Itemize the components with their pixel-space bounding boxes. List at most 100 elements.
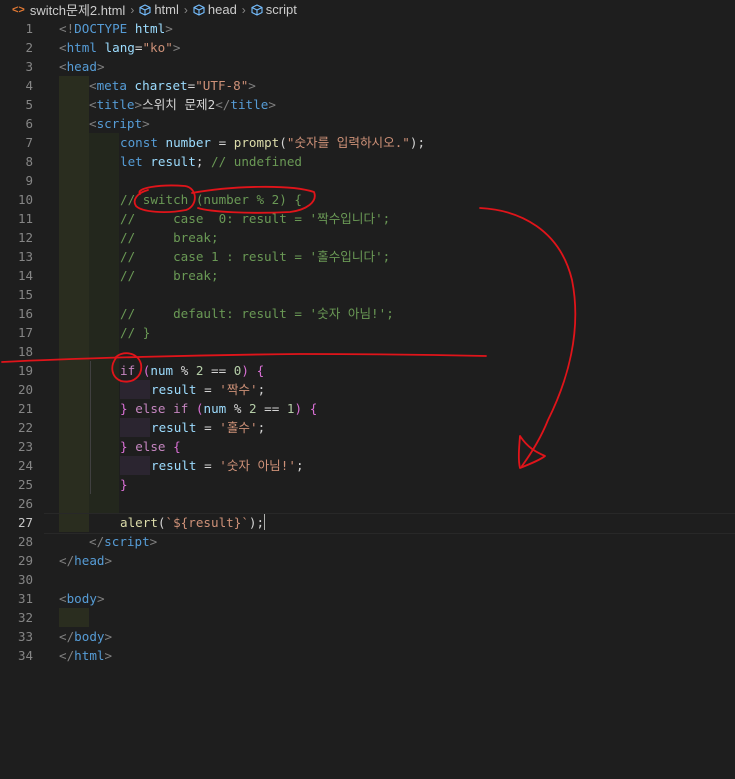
code-line: 13 // case 1 : result = '홀수입니다'; xyxy=(0,247,735,266)
code-text: } xyxy=(120,477,128,492)
line-number: 11 xyxy=(17,211,33,226)
code-line: 24 result = '숫자 아님!'; xyxy=(0,456,735,475)
code-line: 7 const number = prompt("숫자를 입력하시오."); xyxy=(0,133,735,152)
line-number: 23 xyxy=(17,439,33,454)
chevron-right-icon: › xyxy=(130,2,135,17)
breadcrumb-script[interactable]: script xyxy=(251,2,297,17)
breadcrumb-item-label: script xyxy=(265,2,297,17)
code-line: 31 <body> xyxy=(0,589,735,608)
line-number: 29 xyxy=(17,553,33,568)
code-line: 1 <!DOCTYPE html> xyxy=(0,19,735,38)
line-number: 32 xyxy=(17,610,33,625)
code-text: if (num % 2 == 0) { xyxy=(120,363,265,378)
line-number: 5 xyxy=(25,97,33,112)
code-text: <body> xyxy=(59,591,105,606)
line-number: 10 xyxy=(17,192,33,207)
line-number: 14 xyxy=(17,268,33,283)
line-number: 13 xyxy=(17,249,33,264)
code-line: 8 let result; // undefined xyxy=(0,152,735,171)
chevron-right-icon: › xyxy=(241,2,246,17)
code-line: 28 </script> xyxy=(0,532,735,551)
code-line: 11 // case 0: result = '짝수입니다'; xyxy=(0,209,735,228)
code-editor[interactable]: 1 <!DOCTYPE html> 2 <html lang="ko"> 3 <… xyxy=(0,19,735,779)
code-text: let result; // undefined xyxy=(120,154,303,169)
code-line: 12 // break; xyxy=(0,228,735,247)
line-number: 12 xyxy=(17,230,33,245)
code-text: <html lang="ko"> xyxy=(59,40,181,55)
code-line: 5 <title>스위치 문제2</title> xyxy=(0,95,735,114)
code-line: 27 alert(`${result}`); xyxy=(0,513,735,532)
code-line: 20 result = '짝수'; xyxy=(0,380,735,399)
breadcrumb-file[interactable]: <> switch문제2.html xyxy=(12,0,125,19)
code-text: const number = prompt("숫자를 입력하시오."); xyxy=(120,135,426,150)
line-number: 16 xyxy=(17,306,33,321)
line-number: 27 xyxy=(17,515,33,530)
code-text: result = '홀수'; xyxy=(151,420,266,435)
code-text: <script> xyxy=(89,116,150,131)
code-text: } else if (num % 2 == 1) { xyxy=(120,401,318,416)
line-number: 31 xyxy=(17,591,33,606)
chevron-right-icon: › xyxy=(183,2,188,17)
line-number: 2 xyxy=(25,40,33,55)
symbol-cube-icon xyxy=(251,3,263,16)
code-text: <head> xyxy=(59,59,105,74)
code-line: 32 xyxy=(0,608,735,627)
code-line: 26 xyxy=(0,494,735,513)
code-line: 23 } else { xyxy=(0,437,735,456)
code-line: 3 <head> xyxy=(0,57,735,76)
code-line: 4 <meta charset="UTF-8"> xyxy=(0,76,735,95)
code-text: <title>스위치 문제2</title> xyxy=(89,97,276,112)
code-text: // break; xyxy=(120,268,219,283)
text-cursor xyxy=(264,514,266,530)
code-text: // } xyxy=(120,325,151,340)
code-line: 9 xyxy=(0,171,735,190)
line-number: 19 xyxy=(17,363,33,378)
code-line: 34 </html> xyxy=(0,646,735,665)
code-text: // break; xyxy=(120,230,219,245)
code-text: </html> xyxy=(59,648,113,663)
breadcrumb-file-label: switch문제2.html xyxy=(29,3,126,18)
code-text: } else { xyxy=(120,439,181,454)
code-text: result = '숫자 아님!'; xyxy=(151,458,304,473)
code-line: 29 </head> xyxy=(0,551,735,570)
breadcrumb-html[interactable]: html xyxy=(139,2,179,17)
code-line: 25 } xyxy=(0,475,735,494)
code-line: 2 <html lang="ko"> xyxy=(0,38,735,57)
code-line: 6 <script> xyxy=(0,114,735,133)
line-number: 9 xyxy=(25,173,33,188)
breadcrumb-item-label: html xyxy=(154,2,179,17)
code-text: </head> xyxy=(59,553,113,568)
line-number: 7 xyxy=(25,135,33,150)
line-number: 3 xyxy=(25,59,33,74)
line-number: 1 xyxy=(25,21,33,36)
code-line: 15 xyxy=(0,285,735,304)
line-number: 25 xyxy=(17,477,33,492)
code-text: // default: result = '숫자 아님!'; xyxy=(120,306,394,321)
code-line: 33 </body> xyxy=(0,627,735,646)
code-line: 22 result = '홀수'; xyxy=(0,418,735,437)
code-text: <!DOCTYPE html> xyxy=(59,21,173,36)
symbol-cube-icon xyxy=(193,3,205,16)
code-text: </body> xyxy=(59,629,113,644)
code-text: result = '짝수'; xyxy=(151,382,266,397)
line-number: 18 xyxy=(17,344,33,359)
line-number: 22 xyxy=(17,420,33,435)
line-number: 15 xyxy=(17,287,33,302)
line-number: 17 xyxy=(17,325,33,340)
code-text: // case 1 : result = '홀수입니다'; xyxy=(120,249,391,264)
line-number: 28 xyxy=(17,534,33,549)
code-line: 10 // switch (number % 2) { xyxy=(0,190,735,209)
line-number: 6 xyxy=(25,116,33,131)
code-line: 14 // break; xyxy=(0,266,735,285)
line-number: 4 xyxy=(25,78,33,93)
line-number: 21 xyxy=(17,401,33,416)
code-text: // case 0: result = '짝수입니다'; xyxy=(120,211,391,226)
symbol-cube-icon xyxy=(139,3,151,16)
line-number: 20 xyxy=(17,382,33,397)
breadcrumb-head[interactable]: head xyxy=(193,2,237,17)
code-line: 19 if (num % 2 == 0) { xyxy=(0,361,735,380)
code-line: 16 // default: result = '숫자 아님!'; xyxy=(0,304,735,323)
line-number: 30 xyxy=(17,572,33,587)
code-text: <meta charset="UTF-8"> xyxy=(89,78,256,93)
code-line: 21 } else if (num % 2 == 1) { xyxy=(0,399,735,418)
